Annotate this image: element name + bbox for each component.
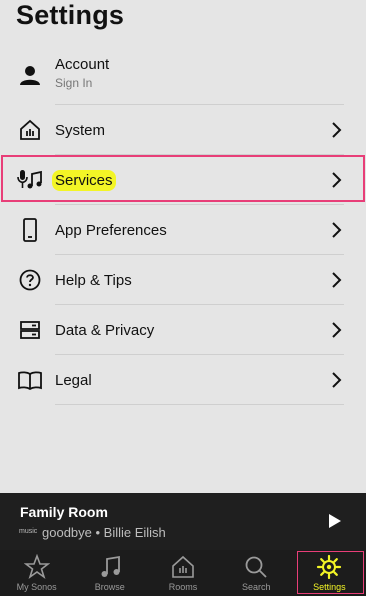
chevron-right-icon (332, 172, 342, 188)
now-playing-room: Family Room (20, 504, 108, 520)
search-icon (245, 556, 267, 578)
tab-label: Rooms (168, 582, 198, 592)
star-icon (23, 554, 50, 580)
settings-item-app-preferences[interactable]: App Preferences (0, 205, 366, 255)
phone-icon (17, 217, 43, 243)
house-icon (17, 117, 43, 143)
music-source-logo: music (19, 528, 38, 535)
settings-item-system[interactable]: System (0, 105, 366, 155)
settings-item-label: Account (55, 56, 110, 73)
now-playing-track: goodbye • Billie Eilish (42, 525, 166, 540)
tab-browse[interactable]: Browse (73, 550, 146, 596)
settings-item-label: Services (52, 169, 116, 191)
tab-rooms[interactable]: Rooms (146, 550, 219, 596)
chevron-right-icon (332, 122, 342, 138)
tab-settings[interactable]: Settings (293, 550, 366, 596)
settings-item-account[interactable]: Account Sign In (0, 45, 366, 105)
settings-tab-highlight-frame (296, 551, 365, 594)
tab-my-sonos[interactable]: My Sonos (0, 550, 73, 596)
settings-item-help-tips[interactable]: Help & Tips (0, 255, 366, 305)
person-icon (17, 62, 43, 88)
house-icon (172, 555, 194, 578)
settings-item-label: Legal (55, 371, 92, 389)
settings-item-label: System (55, 121, 106, 139)
book-icon (17, 367, 43, 393)
music-note-icon (101, 555, 120, 577)
tab-label: Browse (94, 582, 125, 592)
settings-item-label: Data & Privacy (55, 321, 155, 339)
question-circle-icon (17, 267, 43, 293)
settings-item-label: App Preferences (55, 221, 167, 239)
settings-item-legal[interactable]: Legal (0, 355, 366, 405)
play-icon[interactable] (328, 513, 342, 529)
tab-search[interactable]: Search (220, 550, 293, 596)
settings-list: Account Sign In System Services App Pref… (0, 45, 366, 405)
chevron-right-icon (332, 322, 342, 338)
now-playing-bar[interactable]: Family Room music goodbye • Billie Eilis… (0, 493, 366, 550)
tab-label: Search (241, 582, 271, 592)
settings-item-label: Help & Tips (55, 271, 132, 289)
settings-item-data-privacy[interactable]: Data & Privacy (0, 305, 366, 355)
mic-music-icon (17, 167, 43, 193)
page-title: Settings (16, 0, 125, 30)
chevron-right-icon (332, 372, 342, 388)
chevron-right-icon (332, 272, 342, 288)
settings-item-services[interactable]: Services (0, 155, 366, 205)
tab-bar: My Sonos Browse Rooms Search Settings (0, 550, 366, 596)
server-icon (17, 317, 43, 343)
account-status: Sign In (55, 76, 93, 90)
chevron-right-icon (332, 222, 342, 238)
tab-label: My Sonos (16, 582, 57, 592)
